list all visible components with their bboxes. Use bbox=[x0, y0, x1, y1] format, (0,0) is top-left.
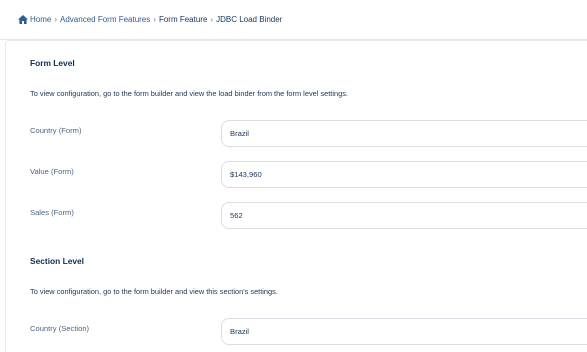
breadcrumb-separator: › bbox=[54, 15, 58, 24]
home-icon[interactable] bbox=[18, 15, 28, 24]
form-level-title: Form Level bbox=[30, 58, 75, 68]
form-panel bbox=[5, 40, 587, 352]
value-form-label: Value (Form) bbox=[30, 167, 74, 176]
breadcrumb-home[interactable]: Home bbox=[30, 15, 51, 24]
sales-form-input[interactable]: 562 bbox=[221, 202, 587, 229]
breadcrumb: Home › Advanced Form Features › Form Fea… bbox=[18, 15, 282, 24]
country-form-label: Country (Form) bbox=[30, 126, 82, 135]
top-bar: Home › Advanced Form Features › Form Fea… bbox=[0, 0, 587, 40]
breadcrumb-separator: › bbox=[153, 15, 156, 24]
breadcrumb-form-feature[interactable]: Form Feature bbox=[159, 15, 207, 24]
breadcrumb-advanced-form-features[interactable]: Advanced Form Features bbox=[60, 15, 150, 24]
form-level-description: To view configuration, go to the form bu… bbox=[30, 89, 348, 98]
country-section-label: Country (Section) bbox=[30, 324, 90, 333]
section-level-description: To view configuration, go to the form bu… bbox=[30, 287, 278, 296]
country-section-input[interactable]: Brazil bbox=[221, 318, 587, 345]
value-form-input[interactable]: $143,960 bbox=[221, 161, 587, 188]
section-level-title: Section Level bbox=[30, 256, 84, 266]
sales-form-label: Sales (Form) bbox=[30, 208, 74, 217]
breadcrumb-separator: › bbox=[210, 15, 214, 24]
country-form-input[interactable]: Brazil bbox=[221, 120, 587, 147]
breadcrumb-current-page: JDBC Load Binder bbox=[216, 15, 283, 24]
